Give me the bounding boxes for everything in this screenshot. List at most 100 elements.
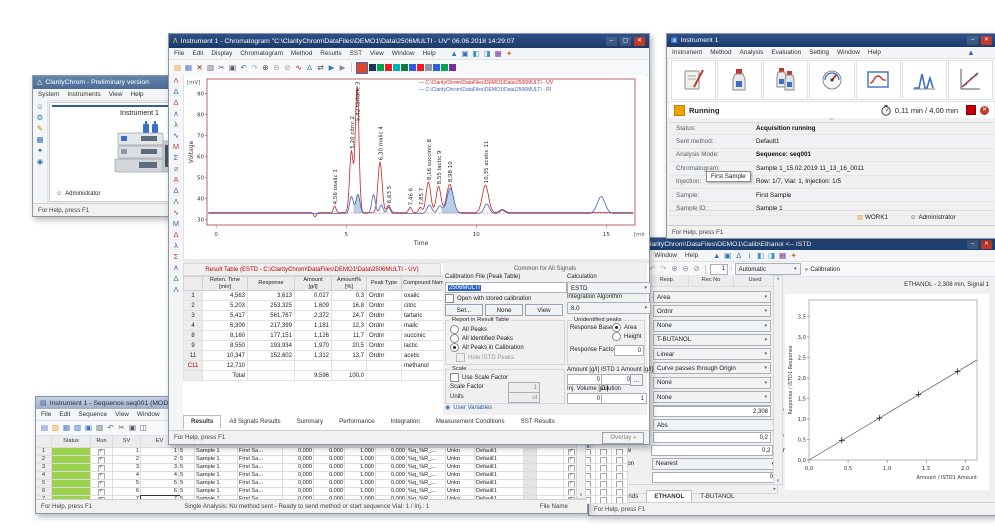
menu-item-evaluation[interactable]: Evaluation [771, 49, 801, 56]
trace-color-swatch[interactable] [356, 62, 368, 74]
all-peaks-radio[interactable]: All Peaks [450, 325, 487, 334]
none-button[interactable]: None [485, 304, 523, 316]
compound-setting-input[interactable]: 0,2 [651, 445, 773, 456]
inj-volume-input[interactable]: 0 [567, 393, 603, 404]
retention-time-field[interactable]: 2,308 [653, 406, 771, 417]
sequence-checkbox[interactable] [616, 497, 623, 504]
trace-color-swatch[interactable] [393, 64, 400, 71]
calibration-button[interactable] [948, 60, 993, 100]
sigma-icon[interactable]: Σ [172, 252, 181, 262]
save-icon[interactable]: ▦ [184, 63, 193, 73]
data-acquisition-button[interactable] [856, 60, 901, 100]
zoom-in-icon[interactable]: ⊕ [261, 63, 270, 73]
minimize-button[interactable]: – [606, 37, 617, 46]
sequence-row[interactable]: 2225Sample 1First Sa...0,0000,0001,0000,… [36, 456, 587, 464]
sequence-checkbox[interactable] [600, 473, 607, 480]
curve-icon[interactable]: ∿ [172, 208, 181, 218]
chromatogram-titlebar[interactable]: Λ Instrument 1 - Chromatogram "C:\Clarit… [169, 34, 649, 48]
star-icon[interactable]: ✦ [505, 49, 514, 59]
calibration-vertical-scrollbar[interactable]: ∧∨ [773, 275, 783, 485]
paste-icon[interactable]: ◫ [139, 423, 148, 433]
result-column-header[interactable]: Amount% [%] [332, 277, 367, 291]
menu-item-edit[interactable]: Edit [59, 411, 70, 418]
apex-icon[interactable]: Λ [172, 285, 181, 295]
menu-item-file[interactable]: File [41, 411, 51, 418]
tab-summary[interactable]: Summary [289, 415, 331, 429]
report-icon[interactable]: ▧ [73, 423, 82, 433]
menu-item-instrument[interactable]: Instrument [672, 49, 702, 56]
multi-peak-icon[interactable]: M [172, 219, 181, 229]
sequence-checkbox[interactable] [616, 449, 623, 456]
response-base-area-radio[interactable]: Area [612, 323, 637, 332]
zoom-out-icon[interactable]: ⊖ [272, 63, 281, 73]
menu-item-help[interactable]: Help [685, 252, 698, 259]
cut-icon[interactable]: ✂ [117, 423, 126, 433]
stop-button[interactable] [966, 105, 976, 115]
menu-item-file[interactable]: File [174, 50, 184, 57]
peak-end-icon[interactable]: Δ [172, 98, 181, 108]
trace-color-swatch[interactable] [409, 64, 416, 71]
help-target-icon[interactable]: ◉ [36, 157, 45, 167]
result-row[interactable]: 14,5633,6130,0270,3Ordnroxalic [184, 291, 449, 301]
sum-peaks-icon[interactable]: Σ [172, 153, 181, 163]
delta-icon[interactable]: Δ [172, 230, 181, 240]
baseline-icon[interactable]: Λ [172, 76, 181, 86]
menu-item-window[interactable]: Window [654, 252, 677, 259]
result-row[interactable]: 25,203253,3251,60916,8Ordnrcitric [184, 301, 449, 311]
save-sequence-icon[interactable]: ▦ [62, 423, 71, 433]
menu-item-method[interactable]: Method [710, 49, 731, 56]
tab-sst-results[interactable]: SST Results [513, 415, 563, 429]
device-monitor-icon[interactable]: ▣ [723, 251, 732, 261]
trace-color-swatch[interactable] [385, 64, 392, 71]
close-file-icon[interactable]: ✕ [195, 63, 204, 73]
menu-item-results[interactable]: Results [320, 50, 341, 57]
sequence-checkbox[interactable] [98, 457, 105, 464]
solvents-button[interactable] [763, 60, 808, 100]
open-stored-checkbox[interactable]: Open with stored calibration [445, 294, 531, 303]
result-column-header[interactable]: Response [248, 277, 295, 291]
menu-item-instruments[interactable]: Instruments [67, 91, 100, 98]
device-monitor-button[interactable] [809, 60, 854, 100]
sequence-column-header[interactable]: SV [113, 436, 141, 448]
menu-item-window[interactable]: Window [392, 50, 415, 57]
compound-setting-select[interactable]: None▾ [653, 391, 771, 403]
sequence-checkbox[interactable] [616, 481, 623, 488]
menu-item-view[interactable]: View [109, 91, 123, 98]
tab-measurement-conditions[interactable]: Measurement Conditions [428, 415, 513, 429]
menu-item-help[interactable]: Help [868, 49, 881, 56]
open-chromatogram-icon[interactable]: ▨ [173, 63, 182, 73]
result-row[interactable]: 35,417561,7672,37224,7Ordnrtartaric [184, 311, 449, 321]
trace-color-swatch[interactable] [417, 64, 424, 71]
undo-icon[interactable]: ↶ [106, 423, 115, 433]
maximize-button[interactable]: ▢ [620, 37, 631, 46]
cut-icon[interactable]: ✂ [217, 63, 226, 73]
login-user-icon[interactable]: ☺ [36, 102, 45, 112]
trace-color-swatch[interactable] [369, 64, 376, 71]
table-icon[interactable]: ▦ [778, 251, 787, 261]
all-peaks-calibration-radio[interactable]: All Peaks in Calibration [450, 343, 524, 352]
chromatogram-button[interactable] [902, 60, 947, 100]
istd-amount-input[interactable]: 0 [601, 374, 633, 385]
menu-item-chromatogram[interactable]: Chromatogram [240, 50, 283, 57]
peak-b-icon[interactable]: Δ [172, 186, 181, 196]
close-button[interactable]: ✕ [981, 36, 992, 45]
compound-setting-select[interactable]: T-BUTANOL▾ [653, 334, 771, 346]
sequence-checkbox[interactable] [616, 473, 623, 480]
response-base-height-radio[interactable]: Height [612, 332, 641, 341]
compound-setting-input[interactable]: 0 [652, 472, 776, 483]
amount-input[interactable]: 0 [567, 374, 603, 385]
copy-icon[interactable]: ▣ [128, 423, 137, 433]
menu-item-view[interactable]: View [115, 411, 129, 418]
set-button[interactable]: Set... [445, 304, 483, 316]
zoom-reset-icon[interactable]: ⊘ [283, 63, 292, 73]
tab-all-signals-results[interactable]: All Signals Results [221, 415, 288, 429]
info-icon[interactable]: i [745, 251, 754, 261]
mobile-phase-button[interactable] [717, 60, 762, 100]
print-icon[interactable]: ▧ [95, 423, 104, 433]
tile-windows-icon[interactable]: ◧ [472, 49, 481, 59]
sequence-checkbox[interactable] [98, 473, 105, 480]
instruments-icon[interactable]: ▦ [36, 135, 45, 145]
compound-setting-select[interactable]: Area▾ [653, 291, 771, 303]
sequence-checkbox[interactable] [600, 489, 607, 496]
redo-icon[interactable]: ↷ [659, 264, 668, 274]
